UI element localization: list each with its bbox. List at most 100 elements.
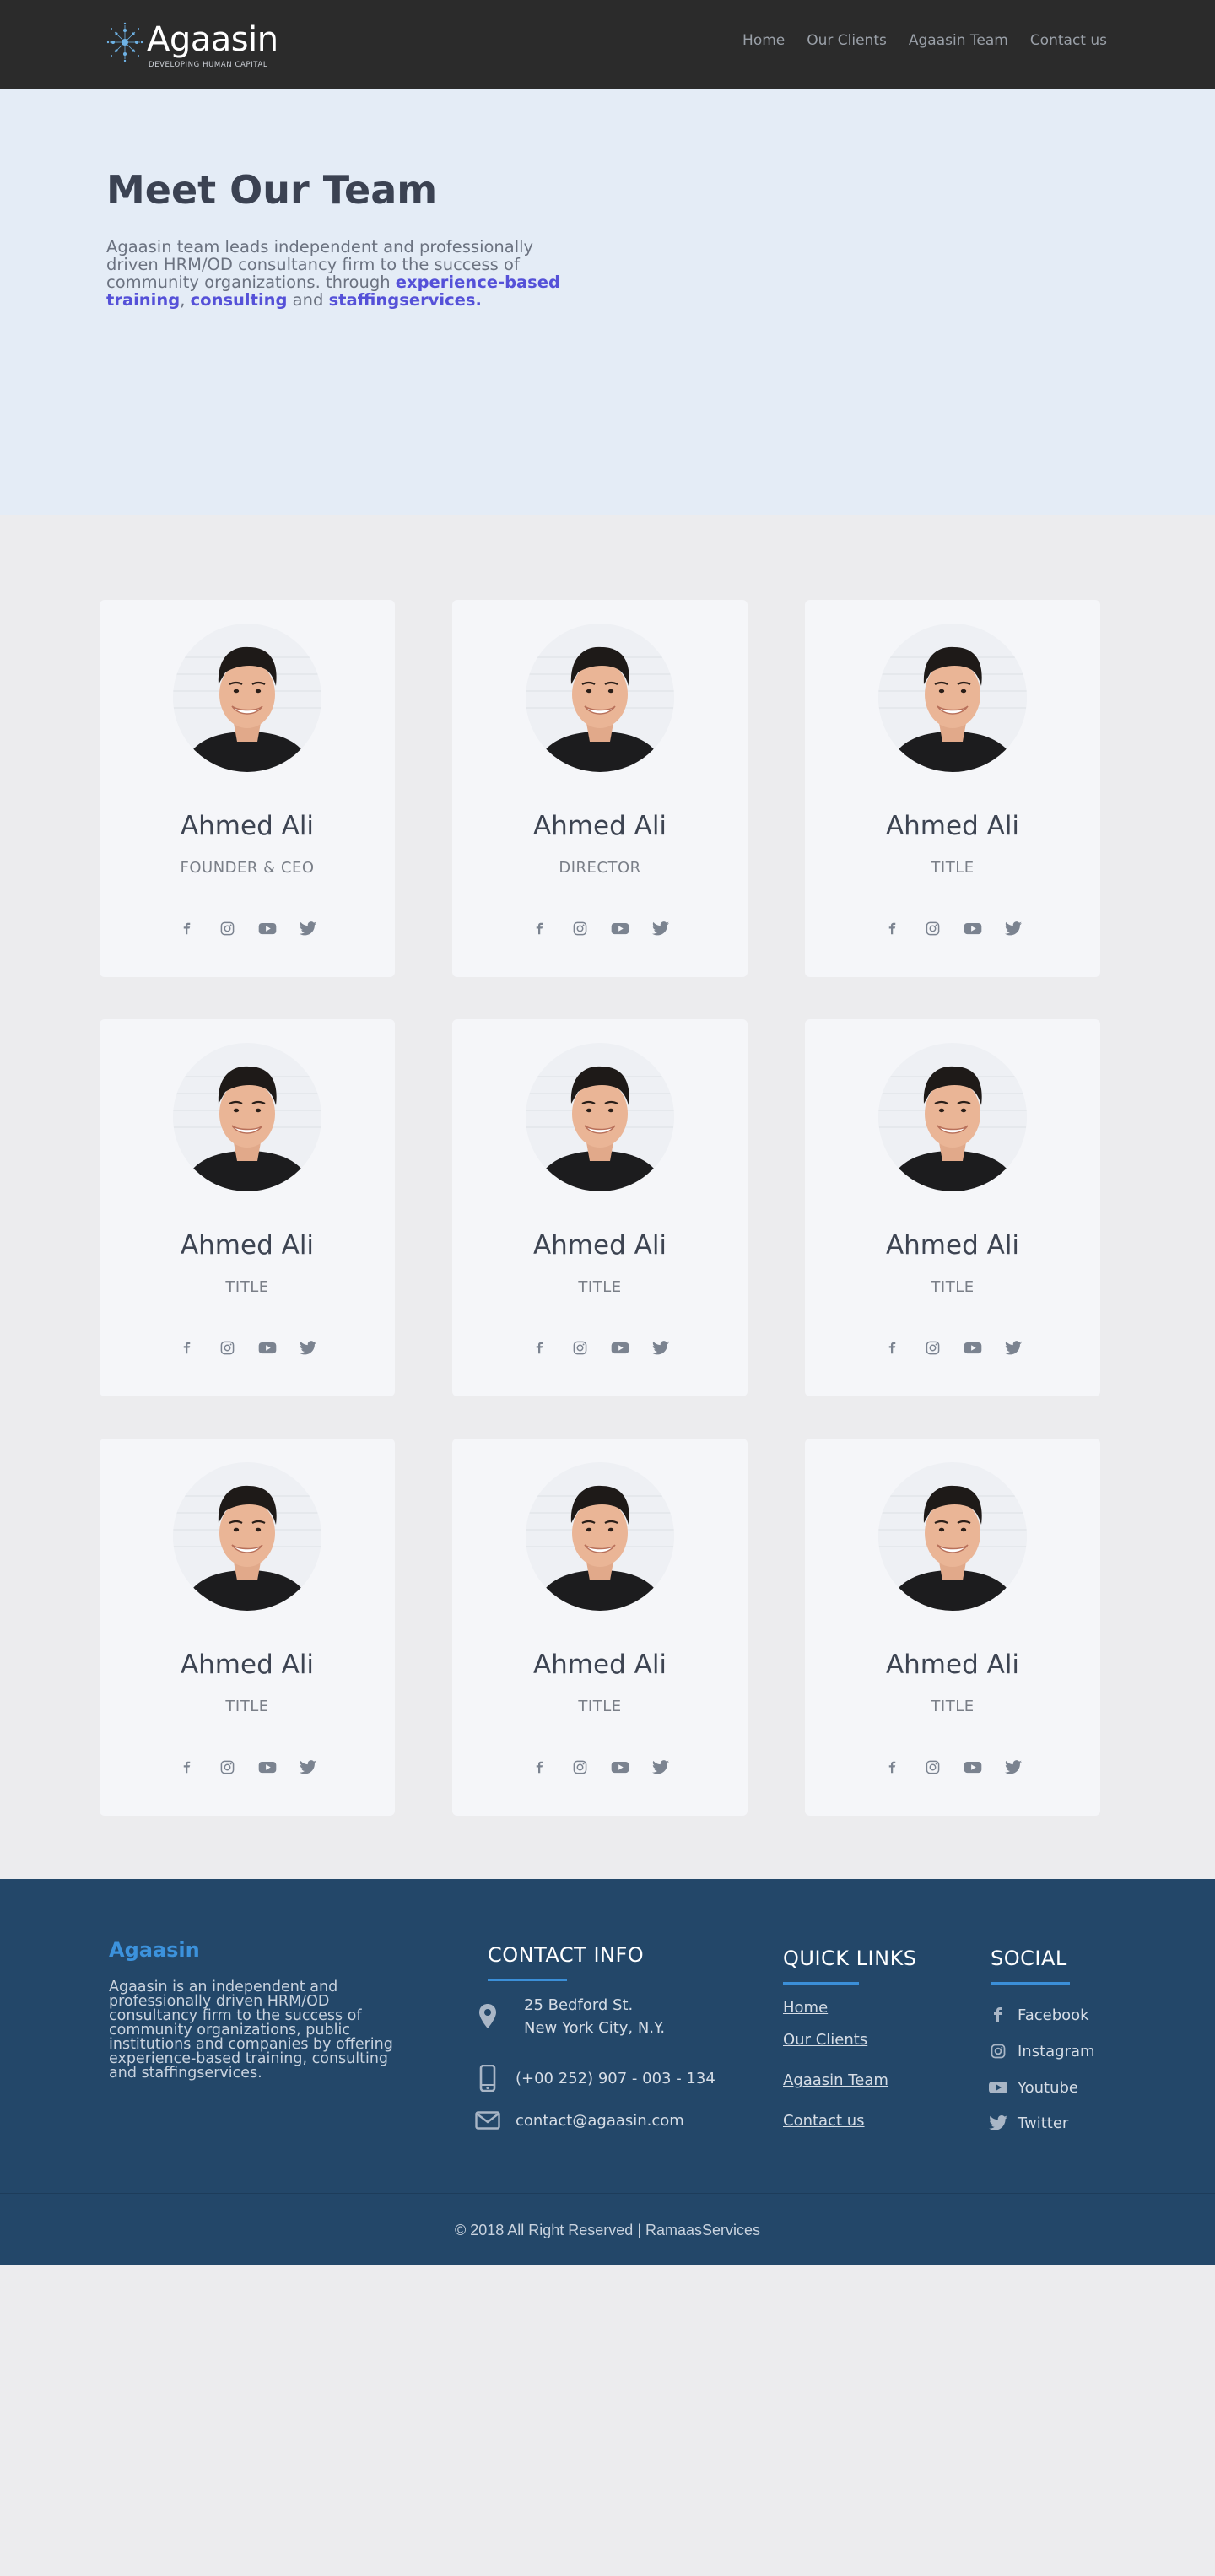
member-social-links xyxy=(100,919,395,937)
instagram-icon[interactable] xyxy=(921,1758,943,1776)
instagram-icon[interactable] xyxy=(216,1338,238,1357)
nav-link-our-clients[interactable]: Our Clients xyxy=(807,32,887,49)
footer-link-contact-us[interactable]: Contact us xyxy=(783,2112,865,2130)
twitter-label: Twitter xyxy=(1018,2114,1069,2132)
twitter-icon[interactable] xyxy=(650,919,672,937)
address-line-2: New York City, N.Y. xyxy=(524,2019,666,2037)
youtube-icon[interactable] xyxy=(962,1338,984,1357)
hero-description: Agaasin team leads independent and profe… xyxy=(106,238,572,309)
youtube-icon[interactable] xyxy=(256,1758,278,1776)
team-section: Ahmed Ali FOUNDER & CEO Ahmed Ali DIRECT… xyxy=(0,515,1215,2100)
facebook-icon[interactable] xyxy=(176,1338,197,1357)
instagram-icon xyxy=(989,2042,1007,2060)
twitter-icon[interactable] xyxy=(1002,1338,1024,1357)
nav-link-agaasin-team[interactable]: Agaasin Team xyxy=(909,32,1008,49)
member-social-links xyxy=(452,919,748,937)
person-portrait xyxy=(526,1043,674,1191)
youtube-icon[interactable] xyxy=(609,919,631,937)
twitter-icon[interactable] xyxy=(1002,1758,1024,1776)
twitter-icon[interactable] xyxy=(650,1338,672,1357)
team-member-card: Ahmed Ali FOUNDER & CEO xyxy=(100,600,395,977)
facebook-icon[interactable] xyxy=(881,1338,903,1357)
member-title: TITLE xyxy=(225,1278,269,1296)
footer-social-instagram[interactable]: Instagram xyxy=(989,2042,1095,2060)
person-portrait xyxy=(526,624,674,772)
youtube-icon[interactable] xyxy=(256,919,278,937)
twitter-icon[interactable] xyxy=(297,1338,319,1357)
facebook-icon[interactable] xyxy=(881,919,903,937)
footer-link-our-clients[interactable]: Our Clients xyxy=(783,2031,867,2049)
avatar xyxy=(878,624,1027,772)
member-title: TITLE xyxy=(578,1698,622,1715)
nav-link-contact-us[interactable]: Contact us xyxy=(1030,32,1107,49)
phone-number[interactable]: (+00 252) 907 - 003 - 134 xyxy=(516,2067,716,2090)
youtube-icon[interactable] xyxy=(609,1338,631,1357)
youtube-icon[interactable] xyxy=(962,919,984,937)
quick-links-underline xyxy=(783,1982,859,1985)
brand-name: Agaasin xyxy=(147,20,278,59)
person-portrait xyxy=(878,1043,1027,1191)
member-social-links xyxy=(805,1758,1100,1776)
facebook-icon[interactable] xyxy=(176,1758,197,1776)
instagram-icon[interactable] xyxy=(569,1758,591,1776)
team-member-card: Ahmed Ali TITLE xyxy=(805,1439,1100,1816)
twitter-icon xyxy=(989,2114,1007,2132)
hero-highlight-staffing: staffingservices. xyxy=(328,290,482,310)
footer-link-home[interactable]: Home xyxy=(783,1999,828,2017)
twitter-icon[interactable] xyxy=(1002,919,1024,937)
facebook-icon[interactable] xyxy=(881,1758,903,1776)
footer-social-facebook[interactable]: Facebook xyxy=(989,2006,1089,2024)
copyright-bar: © 2018 All Right Reserved | RamaasServic… xyxy=(0,2193,1215,2265)
facebook-icon[interactable] xyxy=(528,1758,550,1776)
person-portrait xyxy=(878,624,1027,772)
instagram-icon[interactable] xyxy=(216,919,238,937)
footer-social-youtube[interactable]: Youtube xyxy=(989,2078,1078,2097)
footer: Agaasin Agaasin is an independent and pr… xyxy=(0,1879,1215,2193)
member-name: Ahmed Ali xyxy=(532,1650,667,1680)
twitter-icon[interactable] xyxy=(297,1758,319,1776)
hero-sep: , xyxy=(180,290,191,310)
brand-tagline: DEVELOPING HUMAN CAPITAL xyxy=(148,61,268,69)
person-portrait xyxy=(526,1462,674,1611)
nav-links: Home Our Clients Agaasin Team Contact us xyxy=(742,32,1107,49)
brand-logo[interactable]: Agaasin DEVELOPING HUMAN CAPITAL xyxy=(105,17,290,73)
facebook-icon[interactable] xyxy=(528,919,550,937)
instagram-icon[interactable] xyxy=(921,919,943,937)
youtube-icon[interactable] xyxy=(962,1758,984,1776)
nav-link-home[interactable]: Home xyxy=(742,32,785,49)
instagram-icon[interactable] xyxy=(569,919,591,937)
page-title: Meet Our Team xyxy=(106,167,438,213)
footer-link-agaasin-team[interactable]: Agaasin Team xyxy=(783,2071,888,2089)
member-name: Ahmed Ali xyxy=(532,1230,667,1261)
avatar xyxy=(526,624,674,772)
member-title: TITLE xyxy=(931,1698,975,1715)
member-title: TITLE xyxy=(578,1278,622,1296)
footer-social-twitter[interactable]: Twitter xyxy=(989,2114,1068,2132)
avatar xyxy=(526,1462,674,1611)
team-member-card: Ahmed Ali TITLE xyxy=(452,1439,748,1816)
facebook-icon[interactable] xyxy=(176,919,197,937)
top-navbar: Agaasin DEVELOPING HUMAN CAPITAL Home Ou… xyxy=(0,0,1215,89)
facebook-label: Facebook xyxy=(1018,2006,1089,2024)
member-name: Ahmed Ali xyxy=(885,811,1020,841)
team-member-card: Ahmed Ali TITLE xyxy=(805,1019,1100,1396)
email-address[interactable]: contact@agaasin.com xyxy=(516,2109,684,2132)
twitter-icon[interactable] xyxy=(297,919,319,937)
avatar xyxy=(173,1043,321,1191)
member-name: Ahmed Ali xyxy=(180,1650,315,1680)
footer-brand: Agaasin xyxy=(109,1938,200,1962)
youtube-icon[interactable] xyxy=(609,1758,631,1776)
facebook-icon[interactable] xyxy=(528,1338,550,1357)
youtube-icon[interactable] xyxy=(256,1338,278,1357)
team-member-card: Ahmed Ali TITLE xyxy=(100,1439,395,1816)
member-social-links xyxy=(805,919,1100,937)
twitter-icon[interactable] xyxy=(650,1758,672,1776)
person-portrait xyxy=(173,1043,321,1191)
location-pin-icon xyxy=(475,2001,500,2032)
instagram-icon[interactable] xyxy=(921,1338,943,1357)
avatar xyxy=(878,1043,1027,1191)
instagram-icon[interactable] xyxy=(569,1338,591,1357)
instagram-icon[interactable] xyxy=(216,1758,238,1776)
youtube-icon xyxy=(989,2078,1007,2097)
member-name: Ahmed Ali xyxy=(180,1230,315,1261)
